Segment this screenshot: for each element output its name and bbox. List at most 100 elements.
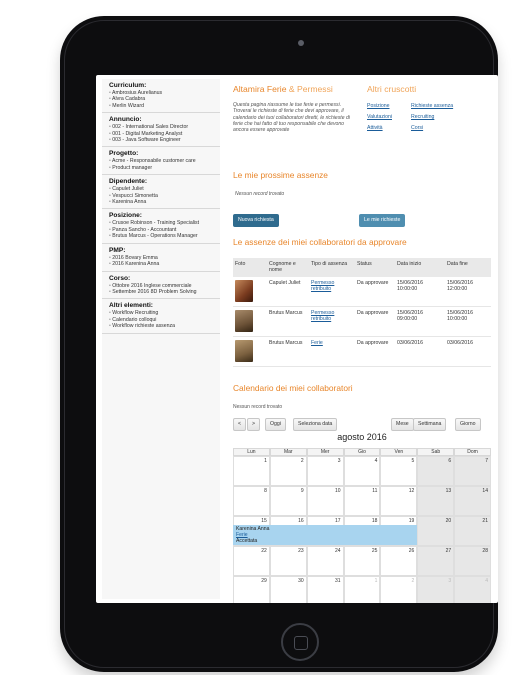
calendar-day[interactable]: 20 [417,516,455,546]
calendar-day[interactable]: 29 [233,576,270,603]
row-name: Brutus Marcus [267,306,309,337]
week-view-button[interactable]: Settimana [413,418,447,431]
sidebar-link[interactable]: 2016 Karenina Anna [109,261,214,267]
weekday-header: Mer [306,448,344,456]
link-richieste-assenza[interactable]: Richieste assenza [411,103,453,110]
row-type-link[interactable]: Permesso retribuito [311,280,334,292]
calendar-day[interactable]: 23 [269,546,307,576]
new-request-button[interactable]: Nuova richiesta [233,214,279,227]
table-header-row: Foto Cognome e nome Tipo di assenza Stat… [233,258,491,277]
calendar-day[interactable]: 3 [417,576,455,603]
event-status: Accettata [236,538,258,545]
calendar-day[interactable]: 30 [269,576,307,603]
row-end: 15/06/2016 12:00:00 [445,277,491,307]
calendar-month-label: agosto 2016 [337,432,387,442]
calendar-day[interactable]: 2 [380,576,418,603]
col-fine: Data fine [445,258,491,277]
calendar-day[interactable]: 1 [343,576,381,603]
col-nome: Cognome e nome [267,258,309,277]
calendar-day[interactable]: 6 [417,456,455,486]
sidebar-section-title: Corso: [109,274,131,282]
calendar-day[interactable]: 9 [269,486,307,516]
calendar-day[interactable]: 21 [454,516,491,546]
calendar-day[interactable]: 25 [343,546,381,576]
sidebar-link-label: Merlin Wizard [112,102,144,109]
sidebar-link-label: 2016 Bovary Emma [112,254,158,261]
calendar-day[interactable]: 5 [380,456,418,486]
calendar-day[interactable]: 26 [380,546,418,576]
calendar-day[interactable]: 8 [233,486,270,516]
calendar-day[interactable]: 1 [233,456,270,486]
calendar-day[interactable]: 14 [454,486,491,516]
prev-button[interactable]: < [233,418,247,431]
sidebar-link-label: 003 - Java Software Engineer [112,137,181,144]
next-absences-empty: Nessun record trovato [235,191,285,197]
link-posizione[interactable]: Posizione [367,103,390,110]
weekday-header: Lun [233,448,270,456]
link-valutazioni[interactable]: Valutazioni [367,114,392,121]
row-type-link[interactable]: Permesso retribuito [311,310,334,322]
row-end: 15/06/2016 10:00:00 [445,306,491,337]
sidebar-link[interactable]: 003 - Java Software Engineer [109,137,214,143]
sidebar-link-label: Brutus Marcus - Operations Manager [112,233,198,240]
calendar-day[interactable]: 22 [233,546,270,576]
calendar-day[interactable]: 28 [454,546,491,576]
calendar-day[interactable]: 13 [417,486,455,516]
calendar-day[interactable]: 3 [306,456,344,486]
calendar-day[interactable]: 12 [380,486,418,516]
sidebar-link[interactable]: Merlin Wizard [109,103,214,109]
sidebar-section: Corso:Ottobre 2016 Inglese commercialeSe… [102,272,220,300]
home-button[interactable] [281,623,319,661]
col-status: Status [355,258,395,277]
employee-photo [235,310,253,332]
calendar-event[interactable]: Karenina Anna Ferie Accettata [233,525,418,545]
sidebar-link[interactable]: Workflow richieste assenza [109,323,214,329]
month-view-button[interactable]: Mese [391,418,414,431]
table-row: Brutus Marcus Ferie Da approvare 03/06/2… [233,336,491,367]
today-button[interactable]: Oggi [265,418,286,431]
calendar-day[interactable]: 11 [343,486,381,516]
weekday-header: Mar [269,448,307,456]
main-content: Altamira Ferie & Permessi Altri cruscott… [233,80,491,603]
link-recruiting[interactable]: Recruiting [411,114,434,121]
sidebar-section: Progetto:Acme - Responsabile customer ca… [102,147,220,176]
row-type-link[interactable]: Ferie [311,340,323,346]
weekday-header: Gio [343,448,381,456]
sidebar-link[interactable]: Karenina Anna [109,199,214,205]
calendar-day[interactable]: 2 [269,456,307,486]
weekday-header: Dom [454,448,491,456]
select-date-button[interactable]: Seleziona data [293,418,338,431]
calendar-day[interactable]: 7 [454,456,491,486]
next-button[interactable]: > [247,418,261,431]
link-attivita[interactable]: Attività [367,125,383,132]
employee-photo [235,280,253,302]
row-name: Brutus Marcus [267,336,309,367]
sidebar-link-label: 2016 Karenina Anna [112,261,160,268]
sidebar-link[interactable]: Product manager [109,165,214,171]
sidebar-link-label: Settembre 2016 8D Problem Solving [112,288,197,295]
sidebar-section: Posizione:Crusoe Robinson - Training Spe… [102,209,220,244]
sidebar-section: Curriculum:Ambrosius AurelianusAlvra Cad… [102,79,220,114]
calendar-day[interactable]: 4 [343,456,381,486]
day-view-button[interactable]: Giorno [455,418,481,431]
sidebar-section: Altri elementi:Workflow RecruitingCalend… [102,299,220,334]
calendar-day[interactable]: 31 [306,576,344,603]
calendar-day[interactable]: 24 [306,546,344,576]
sidebar-section-title: Altri elementi: [109,302,153,310]
row-start: 15/06/2016 10:00:00 [395,277,445,307]
calendar-day[interactable]: 27 [417,546,455,576]
next-absences-title: Le mie prossime assenze [233,170,328,180]
calendar-day[interactable]: 10 [306,486,344,516]
my-requests-button[interactable]: Le mie richieste [359,214,406,227]
calendar-toolbar: < > Oggi Seleziona data Mese Settimana G… [233,418,491,431]
link-corsi[interactable]: Corsi [411,125,423,132]
sidebar-link-label: Crusoe Robinson - Training Specialist [112,220,200,227]
sidebar-link-label: Vespucci Simonetta [112,192,158,199]
sidebar-link-label: Ottobre 2016 Inglese commerciale [112,282,192,289]
page-title-main: Altamira Ferie [233,84,287,94]
sidebar-link-label: Workflow richieste assenza [112,323,176,330]
sidebar-link[interactable]: Brutus Marcus - Operations Manager [109,233,214,239]
sidebar-link[interactable]: Settembre 2016 8D Problem Solving [109,289,214,295]
calendar-day[interactable]: 4 [454,576,491,603]
page-title: Altamira Ferie & Permessi [233,84,491,94]
